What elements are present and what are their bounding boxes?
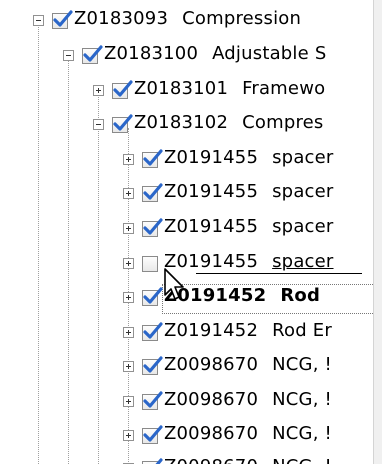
checkbox-checked-icon[interactable] xyxy=(142,356,163,375)
tree-item-label: Z0191455 spacer xyxy=(164,251,334,272)
tree-item[interactable]: Z0098670 NCG, ! xyxy=(0,350,374,384)
expand-icon[interactable] xyxy=(123,292,134,303)
panel-edge xyxy=(374,0,382,464)
item-code: Z0183102 xyxy=(134,112,229,133)
tree-view[interactable]: Z0183093 Compression Z0183100 Adjustable S… xyxy=(0,0,382,464)
tree-item-label: Z0098670 NCG, ! xyxy=(164,354,332,375)
tree-item-label: Z0183102 Compres xyxy=(134,112,324,133)
tree-item-label: Z0098670 NCG, ! xyxy=(164,389,332,410)
expand-icon[interactable] xyxy=(123,188,134,199)
expand-icon[interactable] xyxy=(123,396,134,407)
tree-item-label: Z0191455 spacer xyxy=(164,181,334,202)
tree-item[interactable]: Z0098670 NCG, ! xyxy=(0,385,374,419)
checkbox-checked-icon[interactable] xyxy=(52,10,73,29)
item-code: Z0191455 xyxy=(164,147,259,168)
tree-item[interactable]: Z0098670 NCG, ! xyxy=(0,452,374,464)
tree-item-label: Z0183100 Adjustable S xyxy=(104,43,326,64)
tree-item-label: Z0183093 Compression xyxy=(74,8,301,29)
item-text: spacer xyxy=(272,181,334,202)
item-code: Z0183100 xyxy=(104,43,199,64)
tree-item[interactable]: Z0191455 spacer xyxy=(0,177,374,211)
expand-icon[interactable] xyxy=(123,327,134,338)
item-text: spacer xyxy=(272,251,334,272)
checkbox-checked-icon[interactable] xyxy=(142,149,163,168)
item-text: Compres xyxy=(242,112,324,133)
checkbox-checked-icon[interactable] xyxy=(142,287,163,306)
tree-item[interactable]: Z0183102 Compres xyxy=(0,108,374,142)
tree-item-label: Z0191455 spacer xyxy=(164,147,334,168)
item-text: Rod Er xyxy=(272,320,332,341)
item-text: NCG, ! xyxy=(272,389,332,410)
checkbox-checked-icon[interactable] xyxy=(142,425,163,444)
tree-item-label: Z0191452 Rod Er xyxy=(164,320,332,341)
tree-item[interactable]: Z0183100 Adjustable S xyxy=(0,39,374,73)
item-text: NCG, ! xyxy=(272,456,332,464)
tree-item[interactable]: Z0191455 spacer xyxy=(0,212,374,246)
expand-icon[interactable] xyxy=(123,223,134,234)
item-text: NCG, ! xyxy=(272,423,332,444)
checkbox-checked-icon[interactable] xyxy=(82,45,103,64)
checkbox-checked-icon[interactable] xyxy=(142,322,163,341)
item-code: Z0191452 xyxy=(164,320,259,341)
item-code: Z0098670 xyxy=(164,354,259,375)
item-text: Compression xyxy=(182,8,302,29)
tree-item[interactable]: Z0191455 spacer xyxy=(0,143,374,177)
item-code: Z0098670 xyxy=(164,389,259,410)
item-text: Framewo xyxy=(242,78,326,99)
item-text: spacer xyxy=(272,147,334,168)
tree-item[interactable]: Z0098670 NCG, ! xyxy=(0,419,374,453)
item-code: Z0191455 xyxy=(164,216,259,237)
checkbox-checked-icon[interactable] xyxy=(112,114,133,133)
item-code: Z0191455 xyxy=(164,181,259,202)
tree-item-label: Z0183101 Framewo xyxy=(134,78,325,99)
item-text: Adjustable S xyxy=(212,43,327,64)
expand-icon[interactable] xyxy=(123,154,134,165)
tree-item[interactable]: Z0183093 Compression xyxy=(0,4,374,38)
item-code: Z0098670 xyxy=(164,423,259,444)
item-text: Rod xyxy=(280,285,321,306)
item-code: Z0183101 xyxy=(134,78,229,99)
collapse-icon[interactable] xyxy=(93,119,104,130)
tree-item-label: Z0191455 spacer xyxy=(164,216,334,237)
mouse-cursor-icon xyxy=(164,268,184,300)
tree-item-label: Z0098670 NCG, ! xyxy=(164,423,332,444)
item-code: Z0098670 xyxy=(164,456,258,464)
item-code: Z0183093 xyxy=(74,8,169,29)
collapse-icon[interactable] xyxy=(63,50,74,61)
tree-item-label: Z0098670 NCG, ! xyxy=(164,456,332,464)
expand-icon[interactable] xyxy=(93,85,104,96)
checkbox-checked-icon[interactable] xyxy=(142,183,163,202)
checkbox-checked-icon[interactable] xyxy=(142,218,163,237)
tree-item[interactable]: Z0183101 Framewo xyxy=(0,74,374,108)
expand-icon[interactable] xyxy=(123,361,134,372)
collapse-icon[interactable] xyxy=(33,15,44,26)
item-text: NCG, ! xyxy=(272,354,332,375)
expand-icon[interactable] xyxy=(123,430,134,441)
hover-underline xyxy=(196,273,362,274)
item-text: spacer xyxy=(272,216,334,237)
expand-icon[interactable] xyxy=(123,258,134,269)
checkbox-checked-icon[interactable] xyxy=(142,391,163,410)
tree-item[interactable]: Z0191452 Rod Er xyxy=(0,316,374,350)
checkbox-unchecked-icon[interactable] xyxy=(142,256,158,272)
checkbox-checked-icon[interactable] xyxy=(112,80,133,99)
